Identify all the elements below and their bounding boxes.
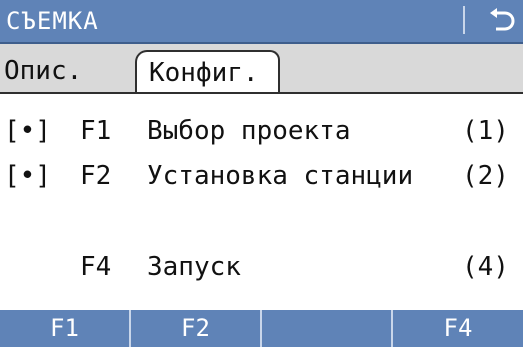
tab-config-label: Конфиг. [149, 58, 259, 88]
checked-marker: [•] [4, 161, 51, 191]
menu-item-number: (1) [462, 116, 509, 146]
app-title: СЪЕМКА [6, 7, 99, 35]
menu-list: [•] F1 Выбор проекта (1) [•] F2 Установк… [0, 94, 523, 310]
tab-config[interactable]: Конфиг. [135, 50, 280, 94]
menu-item-project[interactable]: [•] F1 Выбор проекта (1) [0, 116, 523, 152]
menu-item-label: Запуск [147, 252, 241, 282]
title-separator [463, 6, 465, 34]
menu-item-label: Выбор проекта [147, 116, 351, 146]
softkey-bar: F1 F2 F4 [0, 310, 523, 347]
title-bar: СЪЕМКА [0, 0, 523, 44]
softkey-f3[interactable] [262, 310, 393, 347]
menu-item-number: (2) [462, 161, 509, 191]
checked-marker: [•] [4, 116, 51, 146]
tab-description[interactable]: Опис. [4, 56, 82, 86]
function-key: F1 [80, 116, 112, 146]
softkey-f1[interactable]: F1 [0, 310, 131, 347]
menu-item-number: (4) [462, 252, 509, 282]
function-key: F2 [80, 161, 112, 191]
menu-item-label: Установка станции [147, 161, 414, 191]
softkey-f2[interactable]: F2 [131, 310, 262, 347]
return-arrow-icon[interactable] [484, 4, 518, 38]
function-key: F4 [80, 252, 112, 282]
tab-bar: Опис. Конфиг. [0, 44, 523, 94]
softkey-f4[interactable]: F4 [393, 310, 523, 347]
menu-item-start[interactable]: F4 Запуск (4) [0, 252, 523, 288]
menu-item-station[interactable]: [•] F2 Установка станции (2) [0, 161, 523, 197]
